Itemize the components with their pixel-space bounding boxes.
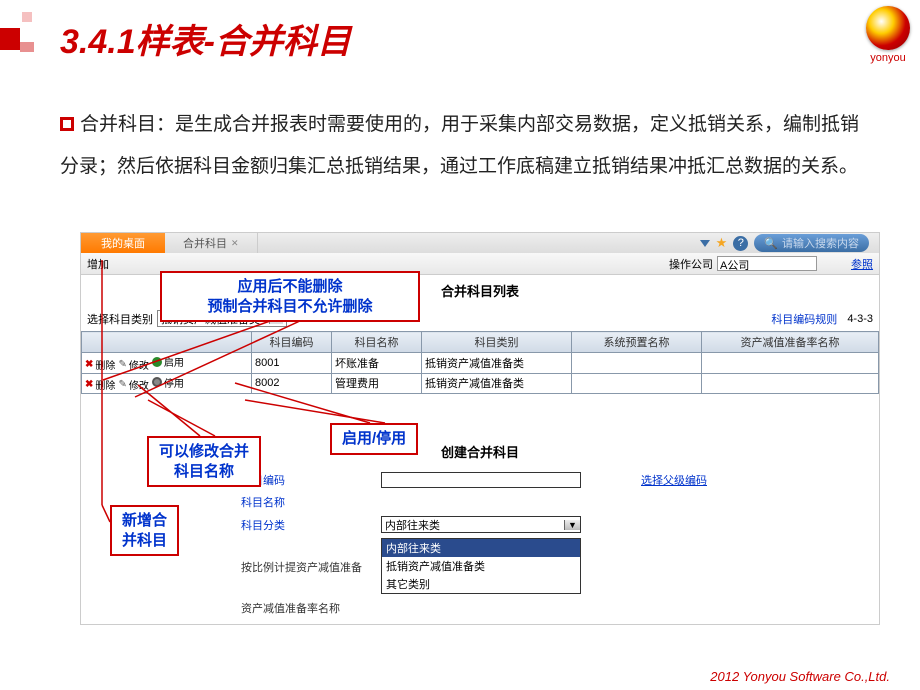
tab-my-desktop[interactable]: 我的桌面 bbox=[81, 233, 165, 253]
select-category-label: 选择科目类别 bbox=[87, 311, 153, 327]
cell-code: 8001 bbox=[252, 353, 332, 374]
cell-name: 坏账准备 bbox=[332, 353, 422, 374]
cell-code: 8002 bbox=[252, 373, 332, 394]
table-row: ✖删除 ✎修改 启用 8001 坏账准备 抵销资产减值准备类 bbox=[82, 353, 879, 374]
description-text: 合并科目：是生成合并报表时需要使用的，用于采集内部交易数据，定义抵销关系，编制抵… bbox=[60, 114, 859, 177]
class-select-value: 内部往来类 bbox=[385, 517, 440, 533]
search-input[interactable]: 🔍 请输入搜索内容 bbox=[754, 234, 869, 252]
annotation-modify-name: 可以修改合并 科目名称 bbox=[147, 436, 261, 487]
cell-cat: 抵销资产减值准备类 bbox=[422, 373, 572, 394]
dropdown-icon[interactable] bbox=[700, 240, 710, 247]
col-ratename: 资产减值准备率名称 bbox=[702, 332, 879, 353]
slide-title: 3.4.1样表-合并科目 bbox=[60, 14, 351, 63]
code-rule-label: 科目编码规则 bbox=[771, 311, 837, 327]
class-select[interactable]: 内部往来类 ▼ bbox=[381, 516, 581, 533]
pencil-icon: ✎ bbox=[118, 359, 126, 370]
name-label: 科目名称 bbox=[241, 494, 381, 510]
form-row-class: 科目分类 内部往来类 ▼ bbox=[81, 513, 879, 536]
annotation-delete-rule: 应用后不能删除 预制合并科目不允许删除 bbox=[160, 271, 420, 322]
tab-merge-label: 合并科目 bbox=[183, 235, 227, 251]
annotation-text: 并科目 bbox=[122, 531, 167, 551]
op-company-input[interactable]: A公司 bbox=[717, 256, 817, 271]
bullet-icon bbox=[60, 117, 74, 131]
form-row-ratename: 资产减值准备率名称 bbox=[81, 597, 879, 624]
class-dropdown-list[interactable]: 内部往来类 抵销资产减值准备类 其它类别 bbox=[381, 538, 581, 594]
code-input[interactable] bbox=[381, 472, 581, 488]
annotation-text: 预制合并科目不允许删除 bbox=[172, 297, 408, 317]
annotation-enable-disable: 启用/停用 bbox=[330, 423, 418, 455]
modify-button[interactable]: ✎修改 bbox=[118, 357, 148, 372]
help-icon[interactable]: ? bbox=[733, 236, 748, 251]
search-icon: 🔍 bbox=[764, 237, 778, 250]
footer-copyright: 2012 Yonyou Software Co.,Ltd. bbox=[710, 669, 890, 684]
ratio-label: 按比例计提资产减值准备 bbox=[241, 559, 381, 575]
select-parent-link[interactable]: 选择父级编码 bbox=[641, 472, 707, 488]
close-icon[interactable]: ✕ bbox=[231, 238, 239, 249]
cell-rate bbox=[702, 353, 879, 374]
class-label: 科目分类 bbox=[241, 517, 381, 533]
dropdown-option[interactable]: 内部往来类 bbox=[382, 539, 580, 557]
name-input[interactable] bbox=[381, 494, 581, 510]
logo-text: yonyou bbox=[866, 52, 910, 64]
form-row-name: 科目名称 bbox=[81, 491, 879, 513]
cell-cat: 抵销资产减值准备类 bbox=[422, 353, 572, 374]
ratename-label: 资产减值准备率名称 bbox=[241, 600, 381, 616]
col-sysname: 系统预置名称 bbox=[572, 332, 702, 353]
col-code: 科目编码 bbox=[252, 332, 332, 353]
cell-name: 管理费用 bbox=[332, 373, 422, 394]
enable-button[interactable]: 启用 bbox=[152, 354, 184, 369]
disable-button[interactable]: 停用 bbox=[152, 375, 184, 390]
description-paragraph: 合并科目：是生成合并报表时需要使用的，用于采集内部交易数据，定义抵销关系，编制抵… bbox=[60, 104, 870, 188]
pencil-icon: ✎ bbox=[118, 379, 126, 390]
form-row-ratio: 按比例计提资产减值准备 内部往来类 抵销资产减值准备类 其它类别 bbox=[81, 536, 879, 597]
delete-button[interactable]: ✖删除 bbox=[85, 377, 115, 392]
accounts-table: 科目编码 科目名称 科目类别 系统预置名称 资产减值准备率名称 ✖删除 ✎修改 … bbox=[81, 331, 879, 394]
table-row: ✖删除 ✎修改 停用 8002 管理费用 抵销资产减值准备类 bbox=[82, 373, 879, 394]
annotation-add-new: 新增合 并科目 bbox=[110, 505, 179, 556]
add-button[interactable]: 增加 bbox=[87, 256, 109, 272]
tab-merge-account[interactable]: 合并科目 ✕ bbox=[165, 233, 258, 253]
delete-button[interactable]: ✖删除 bbox=[85, 357, 115, 372]
logo-icon bbox=[866, 6, 910, 50]
cell-sys bbox=[572, 353, 702, 374]
modify-button[interactable]: ✎修改 bbox=[118, 377, 148, 392]
yonyou-logo: yonyou bbox=[866, 6, 910, 64]
annotation-text: 应用后不能删除 bbox=[172, 277, 408, 297]
cell-rate bbox=[702, 373, 879, 394]
code-rule-value: 4-3-3 bbox=[847, 313, 873, 325]
col-category: 科目类别 bbox=[422, 332, 572, 353]
star-icon[interactable]: ★ bbox=[716, 235, 728, 251]
x-icon: ✖ bbox=[85, 359, 93, 370]
op-company-label: 操作公司 bbox=[669, 256, 713, 272]
col-name: 科目名称 bbox=[332, 332, 422, 353]
code-label: 科目编码 bbox=[241, 472, 381, 488]
cell-sys bbox=[572, 373, 702, 394]
app-tabbar: 我的桌面 合并科目 ✕ ★ ? 🔍 请输入搜索内容 bbox=[81, 233, 879, 253]
x-icon: ✖ bbox=[85, 379, 93, 390]
dropdown-option[interactable]: 其它类别 bbox=[382, 575, 580, 593]
annotation-text: 可以修改合并 bbox=[159, 442, 249, 462]
chevron-down-icon: ▼ bbox=[564, 520, 580, 530]
disable-icon bbox=[152, 377, 162, 387]
dropdown-option[interactable]: 抵销资产减值准备类 bbox=[382, 557, 580, 575]
annotation-text: 新增合 bbox=[122, 511, 167, 531]
col-actions bbox=[82, 332, 252, 353]
reference-link[interactable]: 参照 bbox=[851, 256, 873, 272]
annotation-text: 科目名称 bbox=[159, 462, 249, 482]
enable-icon bbox=[152, 357, 162, 367]
search-placeholder: 请输入搜索内容 bbox=[782, 235, 859, 251]
